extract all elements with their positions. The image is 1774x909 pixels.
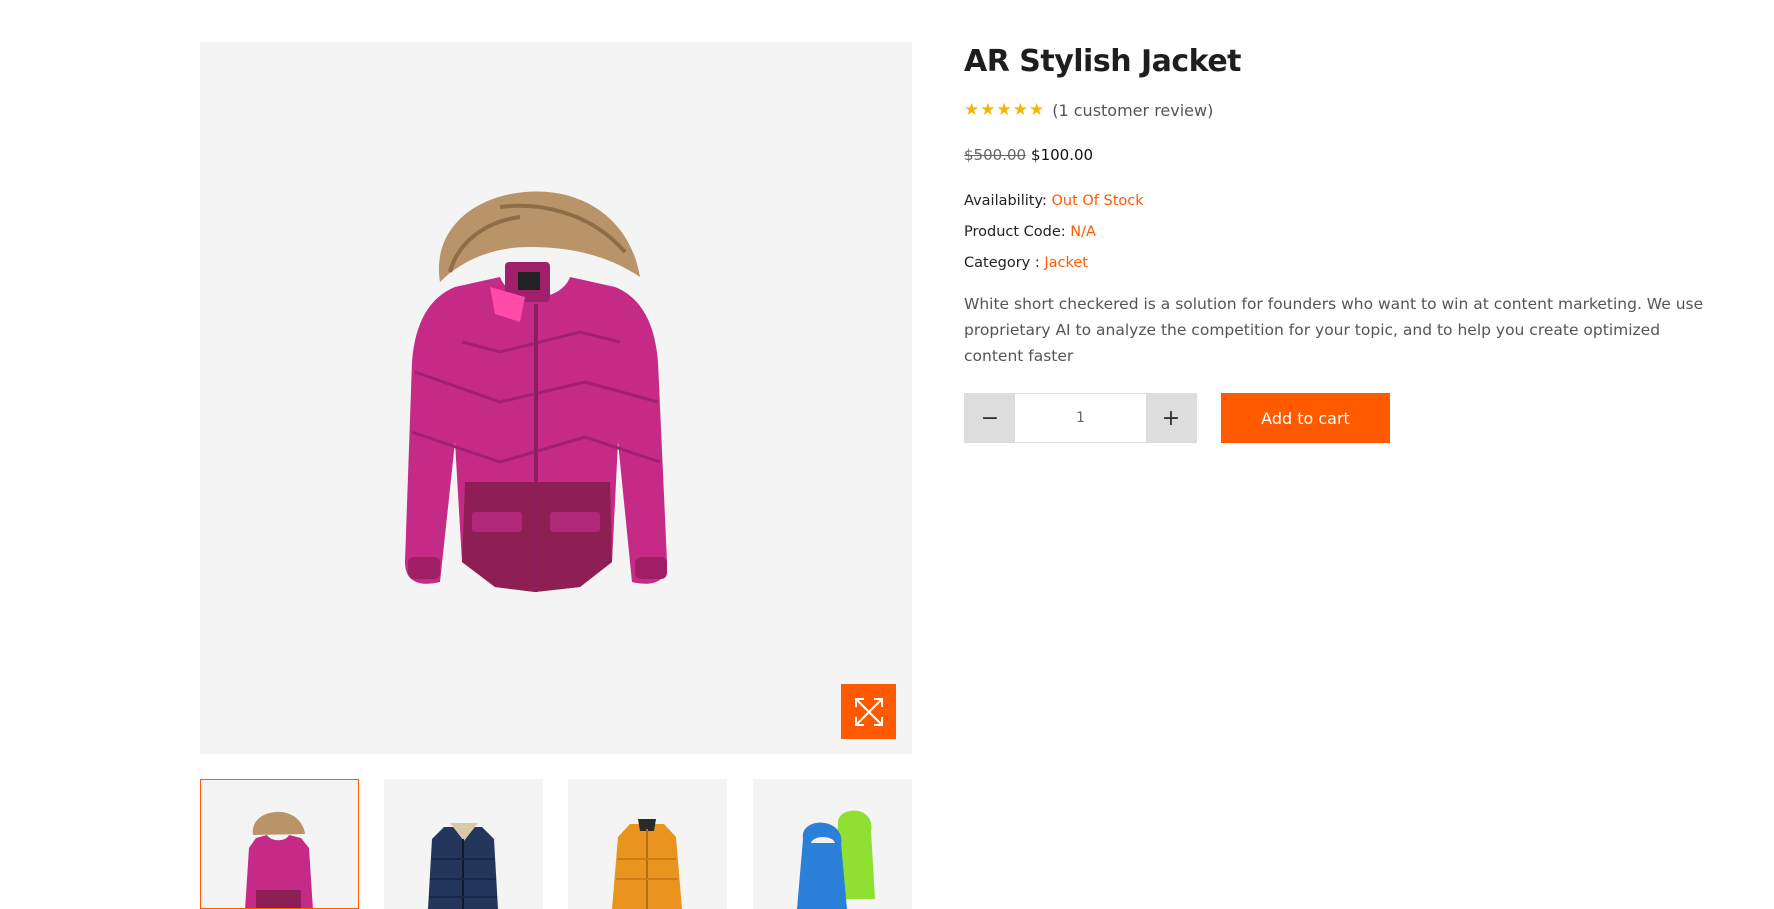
product-code-row: Product Code: N/A [964, 217, 1704, 248]
product-price: $500.00 $100.00 [964, 146, 1704, 164]
thumbnail-navy-jacket[interactable] [384, 779, 543, 909]
thumbnail-orange-jacket[interactable] [568, 779, 727, 909]
review-count-link[interactable]: (1 customer review) [1052, 101, 1213, 120]
star-icon: ★ [1029, 99, 1045, 120]
blue-green-jackets-thumb [797, 810, 875, 909]
product-main-image[interactable] [200, 42, 912, 754]
thumbnail-pink-jacket[interactable] [200, 779, 359, 909]
product-code-label: Product Code: [964, 224, 1066, 240]
pink-jacket-image [405, 191, 668, 592]
star-icon: ★ [980, 99, 996, 120]
navy-jacket-thumb [428, 823, 498, 909]
star-rating: ★ ★ ★ ★ ★ [964, 99, 1045, 120]
expand-arrows-icon [854, 697, 883, 726]
original-price: $500.00 [964, 146, 1027, 164]
category-link[interactable]: Jacket [1044, 255, 1088, 271]
star-icon: ★ [1012, 99, 1028, 120]
thumbnail-strip [200, 779, 912, 909]
availability-row: Availability: Out Of Stock [964, 186, 1704, 217]
product-title: AR Stylish Jacket [964, 44, 1242, 79]
quantity-input[interactable] [1015, 394, 1146, 442]
add-to-cart-form: − + Add to cart [964, 393, 1704, 443]
decrement-button[interactable]: − [965, 394, 1015, 442]
quantity-stepper: − + [964, 393, 1197, 443]
product-rating: ★ ★ ★ ★ ★ (1 customer review) [964, 98, 1704, 122]
product-description: White short checkered is a solution for … [964, 295, 1704, 365]
product-info: AR Stylish Jacket ★ ★ ★ ★ ★ (1 customer … [964, 40, 1704, 443]
availability-value: Out Of Stock [1051, 193, 1144, 209]
product-meta: Availability: Out Of Stock Product Code:… [964, 186, 1704, 279]
star-icon: ★ [964, 99, 980, 120]
increment-button[interactable]: + [1146, 394, 1196, 442]
zoom-button[interactable] [841, 684, 896, 739]
availability-label: Availability: [964, 193, 1047, 209]
category-label: Category : [964, 255, 1040, 271]
pink-jacket-thumb [245, 811, 313, 908]
sale-price: $100.00 [1031, 146, 1094, 164]
thumbnail-blue-green-jackets[interactable] [753, 779, 912, 909]
category-row: Category : Jacket [964, 248, 1704, 279]
star-icon: ★ [996, 99, 1012, 120]
product-code-value: N/A [1070, 224, 1096, 240]
orange-jacket-thumb [612, 819, 682, 909]
add-to-cart-button[interactable]: Add to cart [1221, 393, 1390, 443]
